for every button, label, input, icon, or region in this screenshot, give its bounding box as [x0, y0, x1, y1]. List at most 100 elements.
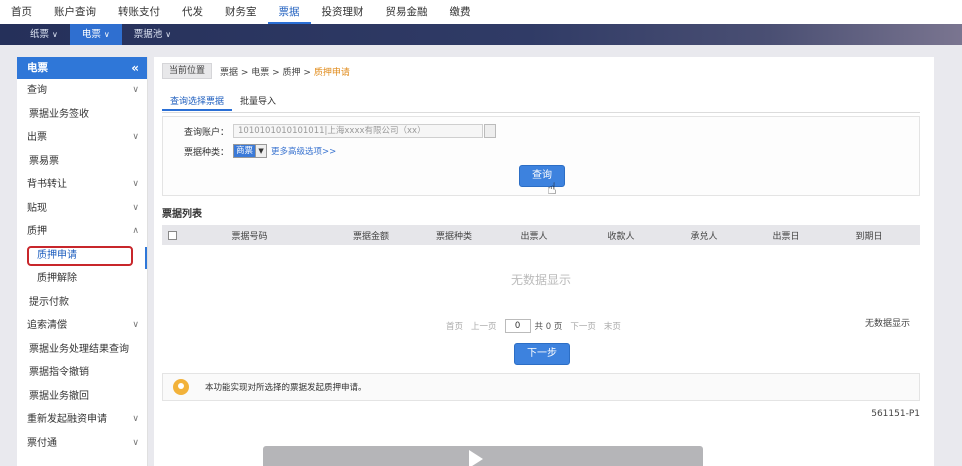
account-dropdown-icon[interactable]	[484, 124, 496, 138]
sidebar-item-label: 质押解除	[37, 273, 77, 284]
subnav-paper-bill[interactable]: 纸票 ∨	[18, 24, 70, 45]
col-bill-amount: 票据金额	[352, 231, 389, 242]
pager-prev[interactable]: 上一页	[471, 320, 497, 332]
sidebar-item-label: 出票	[27, 132, 47, 143]
sidebar-item-discount[interactable]: 贴现 ∨	[17, 197, 147, 221]
sidebar-item-pledge-release[interactable]: 质押解除	[17, 267, 147, 291]
chevron-down-icon: ∨	[165, 30, 172, 39]
nav-item-account-query[interactable]: 账户查询	[43, 0, 107, 24]
sidebar-item-result-query[interactable]: 票据业务处理结果查询	[17, 338, 147, 362]
page-code: 561151-P1	[871, 409, 920, 419]
chevron-down-icon: ∨	[103, 30, 110, 39]
sidebar-item-label: 贴现	[27, 202, 47, 214]
col-issue-date: 出票日	[772, 231, 800, 242]
select-all-checkbox[interactable]	[168, 230, 177, 240]
sidebar-item-bill-exchange[interactable]: 票易票	[17, 150, 147, 174]
breadcrumb: 当前位置 票据 > 电票 > 质押 > 质押申请	[162, 63, 350, 79]
play-icon[interactable]	[469, 450, 483, 466]
col-payee: 收款人	[607, 231, 635, 242]
subnav-e-bill[interactable]: 电票 ∨	[69, 24, 122, 45]
pager-total: 共 0 页	[534, 322, 563, 332]
sidebar-item-label: 票据业务处理结果查询	[29, 343, 129, 355]
tab-batch-import[interactable]: 批量导入	[232, 93, 284, 111]
sidebar-scroll-marker	[145, 247, 147, 269]
sidebar-item-pledge[interactable]: 质押 ∧	[17, 220, 147, 244]
nav-item-payroll[interactable]: 代发	[171, 0, 214, 24]
subnav-bill-pool[interactable]: 票据池 ∨	[122, 24, 183, 45]
sidebar: 电票 « 查询 ∨ 票据业务签收 出票 ∨ 票易票 背书转让 ∨ 贴现 ∨ 质押 ∧ 质押…	[17, 57, 148, 466]
chevron-down-icon: ∨	[132, 179, 139, 189]
nav-item-trade-finance[interactable]: 贸易金融	[375, 0, 439, 24]
bill-list-title: 票据列表	[162, 209, 202, 220]
bill-type-select[interactable]: 商票 ▼	[233, 144, 268, 158]
account-label: 查询账户：	[183, 127, 229, 138]
query-button[interactable]: 查询	[519, 165, 565, 187]
chevron-down-icon: ∨	[132, 132, 139, 142]
sidebar-item-refinance[interactable]: 重新发起融资申请 ∨	[17, 408, 147, 432]
sidebar-item-business-withdraw[interactable]: 票据业务撤回	[17, 385, 147, 409]
sidebar-item-label: 背书转让	[27, 179, 67, 190]
nav-item-transfer[interactable]: 转账支付	[107, 0, 171, 24]
video-controls-overlay[interactable]	[263, 446, 703, 466]
page-number-input[interactable]: 0	[504, 319, 531, 333]
nav-item-home[interactable]: 首页	[0, 0, 43, 24]
sidebar-item-label: 质押	[27, 226, 47, 237]
bill-type-value: 商票	[234, 145, 256, 157]
pager: 首页 上一页 0 共 0 页 下一页 末页	[446, 319, 629, 333]
sidebar-title: 电票	[27, 62, 48, 74]
chevron-down-icon: ∨	[132, 414, 139, 424]
sidebar-item-label: 质押申请	[27, 245, 133, 266]
lightbulb-icon	[173, 379, 189, 395]
sidebar-item-label: 提示付款	[29, 296, 69, 308]
sidebar-item-bill-sign[interactable]: 票据业务签收	[17, 103, 147, 127]
sidebar-item-label: 票易票	[29, 155, 59, 167]
sidebar-item-pledge-apply[interactable]: 质押申请	[17, 244, 147, 268]
sidebar-item-label: 追索清偿	[27, 320, 67, 331]
col-drawer: 出票人	[520, 231, 548, 242]
breadcrumb-path: 票据 > 电票 > 质押 > 质押申请	[220, 65, 350, 78]
sidebar-item-recourse[interactable]: 追索清偿 ∨	[17, 314, 147, 338]
col-acceptor: 承兑人	[690, 231, 718, 242]
nav-item-bills[interactable]: 票据	[267, 0, 311, 24]
sidebar-item-endorse[interactable]: 背书转让 ∨	[17, 173, 147, 197]
chevron-down-icon: ∨	[52, 30, 58, 39]
tab-divider	[162, 112, 920, 113]
sidebar-header: 电票 «	[17, 57, 147, 79]
pager-first[interactable]: 首页	[446, 320, 463, 332]
pager-next[interactable]: 下一页	[570, 320, 596, 332]
sidebar-item-label: 票据业务撤回	[29, 390, 89, 402]
sidebar-item-label: 重新发起融资申请	[27, 414, 107, 425]
next-step-button[interactable]: 下一步	[514, 343, 570, 365]
sidebar-item-bill-pay[interactable]: 票付通 ∨	[17, 432, 147, 456]
pager-status: 无数据显示	[865, 319, 911, 329]
nav-item-finance-office[interactable]: 财务室	[214, 0, 268, 24]
chevron-down-icon: ∨	[132, 202, 139, 213]
sub-navigation: 纸票 ∨ 电票 ∨ 票据池 ∨	[0, 24, 962, 45]
tab-bar: 查询选择票据 批量导入	[162, 93, 284, 111]
tip-text: 本功能实现对所选择的票据发起质押申请。	[205, 383, 367, 393]
pager-last[interactable]: 末页	[604, 320, 621, 332]
col-due-date: 到期日	[855, 231, 883, 242]
more-options-link[interactable]: 更多高级选项>>	[271, 145, 336, 157]
sidebar-item-query[interactable]: 查询 ∨	[17, 79, 147, 103]
subnav-bill-pool-label: 票据池	[133, 29, 163, 40]
account-select[interactable]: 1010101010101011|上海xxxx有限公司（xx）	[233, 124, 483, 138]
nav-item-investment[interactable]: 投资理财	[311, 0, 375, 24]
breadcrumb-path-text: 票据 > 电票 > 质押 >	[220, 67, 314, 78]
nav-item-payment[interactable]: 缴费	[439, 0, 482, 24]
tab-query-select[interactable]: 查询选择票据	[162, 93, 233, 111]
triangle-down-icon: ▼	[255, 145, 267, 157]
sidebar-item-issue[interactable]: 出票 ∨	[17, 126, 147, 150]
chevron-up-icon: ∧	[132, 226, 139, 236]
type-label: 票据种类：	[183, 147, 229, 158]
sidebar-item-label: 票据指令撤销	[29, 367, 89, 378]
collapse-icon[interactable]: «	[131, 57, 139, 79]
sidebar-item-payment-prompt[interactable]: 提示付款	[17, 291, 147, 315]
hand-cursor-icon: ☝	[547, 179, 557, 198]
sidebar-item-instruction-cancel[interactable]: 票据指令撤销	[17, 361, 147, 385]
col-bill-number: 票据号码	[231, 231, 268, 242]
breadcrumb-current: 质押申请	[313, 67, 350, 78]
sidebar-item-label: 票据业务签收	[29, 108, 89, 120]
chevron-down-icon: ∨	[132, 437, 139, 448]
sidebar-item-label: 票付通	[27, 437, 57, 449]
